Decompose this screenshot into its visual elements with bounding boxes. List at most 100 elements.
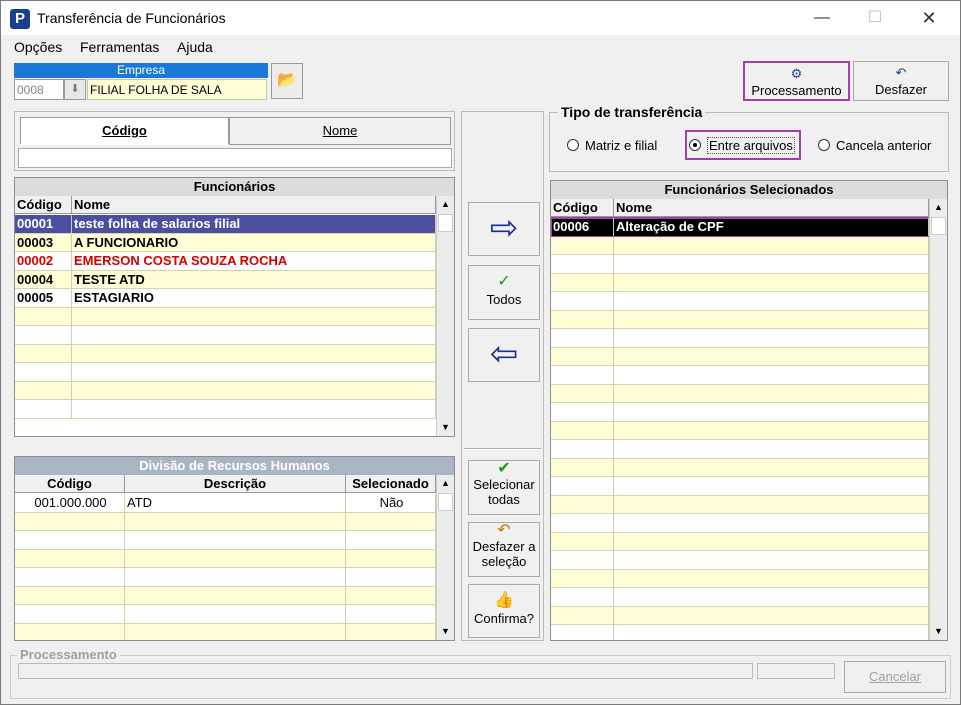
empresa-lookup-icon[interactable]: ⬇ <box>64 79 86 100</box>
table-row[interactable] <box>551 255 929 274</box>
table-row[interactable] <box>15 586 436 605</box>
undo-icon: ↶ <box>895 65 907 80</box>
table-row[interactable] <box>551 329 929 348</box>
table-row[interactable] <box>551 273 929 292</box>
table-row[interactable] <box>551 551 929 570</box>
tab-nome[interactable]: Nome <box>229 117 451 145</box>
table-row[interactable] <box>15 623 436 640</box>
table-row[interactable] <box>15 605 436 624</box>
table-row[interactable] <box>15 512 436 531</box>
scroll-thumb[interactable] <box>438 493 453 511</box>
table-row[interactable] <box>15 326 436 345</box>
table-row[interactable] <box>551 625 929 640</box>
col-div-selecionado[interactable]: Selecionado <box>346 475 436 493</box>
table-row[interactable] <box>551 366 929 385</box>
table-cell <box>551 366 614 384</box>
table-row[interactable] <box>551 384 929 403</box>
divisao-title: Divisão de Recursos Humanos <box>15 457 454 475</box>
table-row[interactable] <box>15 549 436 568</box>
table-cell <box>551 292 614 310</box>
table-cell: A FUNCIONARIO <box>72 233 436 252</box>
table-row[interactable] <box>551 236 929 255</box>
table-cell <box>614 569 929 588</box>
table-row[interactable] <box>551 403 929 422</box>
empresa-code-field[interactable]: 0008 <box>14 79 64 100</box>
confirma-button[interactable]: 👍 Confirma? <box>468 584 540 638</box>
menu-ferramentas[interactable]: Ferramentas <box>80 39 159 55</box>
table-row[interactable] <box>551 477 929 496</box>
desfazer-label: Desfazer <box>874 82 928 97</box>
scroll-down-icon[interactable]: ▼ <box>437 419 454 436</box>
table-row[interactable] <box>551 440 929 459</box>
table-row[interactable] <box>15 307 436 326</box>
table-row[interactable]: 00001 teste folha de salarios filial <box>15 215 436 234</box>
table-row[interactable]: 001.000.000 ATD Não <box>15 494 436 513</box>
table-row[interactable] <box>551 606 929 625</box>
desfazer-selecao-button[interactable]: ↶ Desfazer a seleção <box>468 522 540 577</box>
desfazer-button[interactable]: ↶ Desfazer <box>853 61 949 101</box>
minimize-icon[interactable]: — <box>799 1 845 35</box>
scroll-up-icon[interactable]: ▲ <box>437 196 454 213</box>
table-row[interactable] <box>551 310 929 329</box>
separator <box>464 448 541 450</box>
todos-button[interactable]: ✓ Todos <box>468 265 540 320</box>
table-row[interactable] <box>551 532 929 551</box>
table-row[interactable]: 00005 ESTAGIARIO <box>15 289 436 308</box>
table-row[interactable]: 00004 TESTE ATD <box>15 270 436 289</box>
table-cell <box>72 363 436 381</box>
maximize-icon[interactable]: ☐ <box>852 1 898 35</box>
col-div-descricao[interactable]: Descrição <box>125 475 346 493</box>
table-row[interactable] <box>551 588 929 607</box>
table-row[interactable] <box>551 292 929 311</box>
table-row[interactable] <box>15 363 436 382</box>
col-sel-codigo[interactable]: Código <box>551 199 614 217</box>
move-right-button[interactable]: ⇨ <box>468 202 540 256</box>
undo-icon: ↶ <box>497 522 511 539</box>
cancelar-button[interactable]: Cancelar <box>844 661 946 693</box>
scroll-up-icon[interactable]: ▲ <box>930 199 947 216</box>
table-row[interactable]: 00003 A FUNCIONARIO <box>15 233 436 252</box>
menu-opcoes[interactable]: Opções <box>14 39 62 55</box>
processamento-button[interactable]: ⚙ Processamento <box>743 61 850 101</box>
table-cell: 00004 <box>15 270 72 289</box>
scroll-thumb[interactable] <box>931 217 946 235</box>
move-left-button[interactable]: ⇦ <box>468 328 540 382</box>
table-row[interactable]: 00002 EMERSON COSTA SOUZA ROCHA <box>15 252 436 271</box>
table-row[interactable] <box>15 531 436 550</box>
table-row[interactable] <box>551 421 929 440</box>
table-row[interactable] <box>551 458 929 477</box>
table-row[interactable] <box>551 569 929 588</box>
progress-status <box>757 663 835 679</box>
close-icon[interactable]: ✕ <box>906 1 952 35</box>
open-folder-button[interactable]: 📂 <box>271 63 303 99</box>
col-codigo[interactable]: Código <box>15 196 72 214</box>
table-row[interactable] <box>15 400 436 419</box>
table-row[interactable] <box>551 495 929 514</box>
menu-ajuda[interactable]: Ajuda <box>177 39 213 55</box>
table-row[interactable]: 00006 Alteração de CPF <box>551 217 930 238</box>
divisao-scrollbar[interactable]: ▲ ▼ <box>436 475 454 640</box>
scroll-up-icon[interactable]: ▲ <box>437 475 454 492</box>
table-row[interactable] <box>551 514 929 533</box>
radio-cancela-anterior[interactable]: Cancela anterior <box>818 138 931 153</box>
funcionarios-scrollbar[interactable]: ▲ ▼ <box>436 196 454 436</box>
table-cell <box>614 329 929 347</box>
scroll-down-icon[interactable]: ▼ <box>437 623 454 640</box>
search-input[interactable] <box>18 148 452 168</box>
table-row[interactable] <box>15 568 436 587</box>
col-nome[interactable]: Nome <box>72 196 436 214</box>
radio-matriz-filial[interactable]: Matriz e filial <box>567 138 657 153</box>
table-cell <box>125 568 346 586</box>
scroll-down-icon[interactable]: ▼ <box>930 623 947 640</box>
selecionados-scrollbar[interactable]: ▲ ▼ <box>929 199 947 640</box>
col-div-codigo[interactable]: Código <box>15 475 125 493</box>
table-cell <box>551 255 614 273</box>
main-window: P Transferência de Funcionários — ☐ ✕ Op… <box>0 0 961 705</box>
table-row[interactable] <box>15 344 436 363</box>
col-sel-nome[interactable]: Nome <box>614 199 929 217</box>
tab-codigo[interactable]: Código <box>20 117 229 145</box>
scroll-thumb[interactable] <box>438 214 453 232</box>
table-row[interactable] <box>551 347 929 366</box>
table-row[interactable] <box>15 381 436 400</box>
selecionar-todas-button[interactable]: ✔ Selecionar todas <box>468 460 540 515</box>
